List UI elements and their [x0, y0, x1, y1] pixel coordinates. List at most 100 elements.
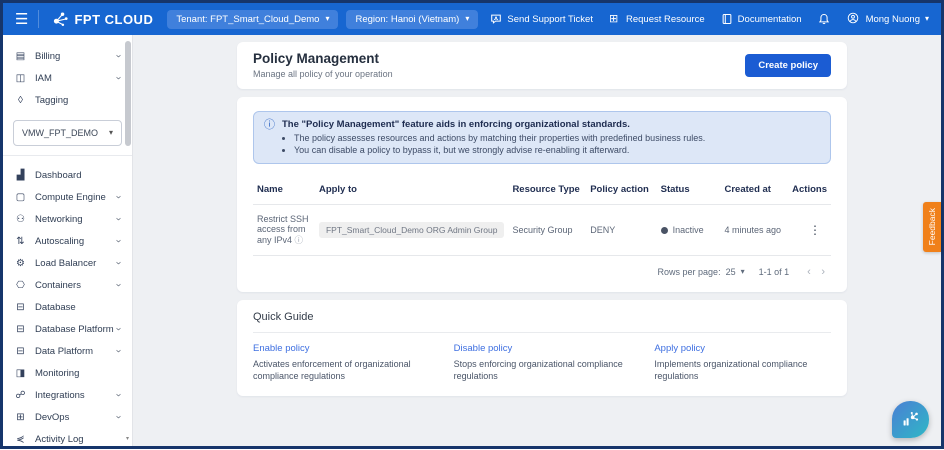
sidebar-item-database[interactable]: ⊟Database: [3, 296, 132, 318]
sidebar-item-label: Database Platform: [35, 324, 114, 335]
sidebar-item-billing[interactable]: ▤Billing›: [3, 45, 132, 67]
compute-engine-icon: ▢: [14, 192, 27, 203]
tag-icon: ◊: [14, 95, 27, 106]
banner-bullets: The policy assesses resources and action…: [294, 133, 705, 155]
user-avatar-icon: [847, 12, 861, 26]
load-balancer-icon: ⚙: [14, 258, 27, 269]
networking-icon: ⚇: [14, 214, 27, 225]
sidebar-item-containers[interactable]: ⎔Containers›: [3, 274, 132, 296]
sidebar-item-monitoring[interactable]: ◨Monitoring: [3, 362, 132, 384]
pagination-bar: Rows per page: 25 ▾ 1-1 of 1 ‹ ›: [253, 256, 831, 282]
chat-support-button[interactable]: [892, 401, 929, 438]
created-at-cell: 4 minutes ago: [721, 205, 789, 256]
sidebar-item-autoscaling[interactable]: ⇅Autoscaling›: [3, 230, 132, 252]
next-page-button[interactable]: ›: [817, 266, 829, 278]
sidebar-item-label: Data Platform: [35, 346, 114, 357]
sidebar-item-database-platform[interactable]: ⊟Database Platform›: [3, 318, 132, 340]
policy-info-icon[interactable]: ⓘ: [295, 235, 304, 245]
header-created-at[interactable]: Created at: [721, 176, 789, 205]
iam-icon: ◫: [14, 73, 27, 84]
sidebar-item-label: Integrations: [35, 390, 114, 401]
chevron-down-icon: ›: [113, 391, 123, 399]
fpt-chat-icon: [901, 410, 920, 429]
row-kebab-menu-icon[interactable]: ⋮: [803, 223, 827, 237]
chevron-down-icon: ›: [113, 259, 123, 267]
sidebar-item-iam[interactable]: ◫IAM›: [3, 67, 132, 89]
table-row: Restrict SSH access from any IPv4 ⓘ FPT_…: [253, 205, 831, 256]
header-apply-to[interactable]: Apply to: [315, 176, 508, 205]
rows-per-page-selector[interactable]: Rows per page: 25 ▾: [658, 267, 745, 277]
resource-type-cell: Security Group: [508, 205, 586, 256]
feedback-tab[interactable]: Feedback: [923, 202, 941, 252]
sidebar-item-networking[interactable]: ⚇Networking›: [3, 208, 132, 230]
apply-policy-link[interactable]: Apply policy: [654, 343, 831, 354]
topbar-actions: Send Support Ticket ⊞ Request Resource D…: [490, 12, 929, 26]
header-resource-type[interactable]: Resource Type: [508, 176, 586, 205]
sidebar-top-group: ▤Billing›◫IAM›◊Tagging: [3, 45, 132, 111]
create-policy-button[interactable]: Create policy: [745, 54, 831, 77]
user-name: Mong Nuong: [866, 14, 920, 25]
chevron-down-icon: ›: [113, 413, 123, 421]
sidebar-item-label: Autoscaling: [35, 236, 114, 247]
project-select[interactable]: VMW_FPT_DEMO ▾: [13, 120, 122, 146]
sidebar-item-label: Load Balancer: [35, 258, 114, 269]
project-select-value: VMW_FPT_DEMO: [22, 128, 98, 138]
sidebar-item-compute-engine[interactable]: ▢Compute Engine›: [3, 186, 132, 208]
info-banner: ⓘ The "Policy Management" feature aids i…: [253, 111, 831, 164]
sidebar-item-load-balancer[interactable]: ⚙ Load Balancer›: [3, 252, 132, 274]
disable-policy-link[interactable]: Disable policy: [454, 343, 631, 354]
sidebar-item-dashboard[interactable]: ▟Dashboard: [3, 164, 132, 186]
user-menu[interactable]: Mong Nuong ▾: [847, 12, 929, 26]
pagination-range: 1-1 of 1: [759, 267, 790, 277]
guide-enable-policy: Enable policy Activates enforcement of o…: [253, 343, 430, 382]
banner-title: The "Policy Management" feature aids in …: [282, 119, 705, 130]
chevron-down-icon: ›: [113, 325, 123, 333]
sidebar-item-label: Tagging: [35, 95, 122, 106]
apply-policy-description: Implements organizational compliance reg…: [654, 358, 831, 382]
sidebar-item-label: Containers: [35, 280, 114, 291]
sidebar-scrollbar[interactable]: ▾: [124, 39, 131, 442]
fpt-molecule-icon: [51, 11, 69, 27]
rows-per-page-label: Rows per page:: [658, 267, 721, 277]
sidebar-item-integrations[interactable]: ☍Integrations›: [3, 384, 132, 406]
page-title: Policy Management: [253, 51, 393, 66]
header-policy-action[interactable]: Policy action: [586, 176, 656, 205]
page-subtitle: Manage all policy of your operation: [253, 69, 393, 79]
chevron-down-icon: ›: [113, 215, 123, 223]
table-header-row: Name Apply to Resource Type Policy actio…: [253, 176, 831, 205]
send-support-ticket-link[interactable]: Send Support Ticket: [490, 13, 593, 25]
dashboard-icon: ▟: [14, 170, 27, 181]
sidebar-item-activity-log[interactable]: ⋞Activity Log: [3, 428, 132, 450]
sidebar-main-group: ▟Dashboard▢Compute Engine›⚇Networking›⇅A…: [3, 164, 132, 450]
enable-policy-link[interactable]: Enable policy: [253, 343, 430, 354]
notification-bell-icon[interactable]: [818, 13, 831, 26]
region-selector[interactable]: Region: Hanoi (Vietnam) ▾: [346, 10, 478, 29]
sidebar-item-devops[interactable]: ⊞DevOps›: [3, 406, 132, 428]
page-header-card: Policy Management Manage all policy of y…: [237, 42, 847, 89]
scrollbar-down-arrow-icon[interactable]: ▾: [124, 435, 131, 442]
chevron-down-icon: ›: [113, 193, 123, 201]
sidebar-item-label: IAM: [35, 73, 114, 84]
sidebar-item-data-platform[interactable]: ⊟Data Platform›: [3, 340, 132, 362]
fpt-cloud-logo[interactable]: FPT CLOUD: [51, 11, 153, 27]
quick-guide-title: Quick Guide: [253, 311, 831, 333]
documentation-label: Documentation: [738, 14, 802, 25]
status-badge: Inactive: [673, 225, 704, 235]
chevron-down-icon: ›: [113, 347, 123, 355]
chevron-down-icon: ›: [113, 237, 123, 245]
tenant-label: Tenant: FPT_Smart_Cloud_Demo: [176, 14, 319, 25]
header-name[interactable]: Name: [253, 176, 315, 205]
hamburger-menu-icon[interactable]: ☰: [15, 10, 28, 28]
header-status[interactable]: Status: [657, 176, 721, 205]
documentation-link[interactable]: Documentation: [721, 13, 802, 25]
previous-page-button[interactable]: ‹: [803, 266, 815, 278]
header-actions: Actions: [788, 176, 831, 205]
containers-icon: ⎔: [14, 280, 27, 291]
chevron-down-icon: ▾: [325, 15, 329, 23]
scrollbar-thumb[interactable]: [125, 41, 131, 146]
sidebar-item-tagging[interactable]: ◊ Tagging: [3, 89, 132, 111]
request-resource-link[interactable]: ⊞ Request Resource: [609, 13, 705, 25]
apply-to-chip: FPT_Smart_Cloud_Demo ORG Admin Group: [319, 222, 504, 238]
database-icon: ⊟: [14, 302, 27, 313]
tenant-selector[interactable]: Tenant: FPT_Smart_Cloud_Demo ▾: [167, 10, 338, 29]
